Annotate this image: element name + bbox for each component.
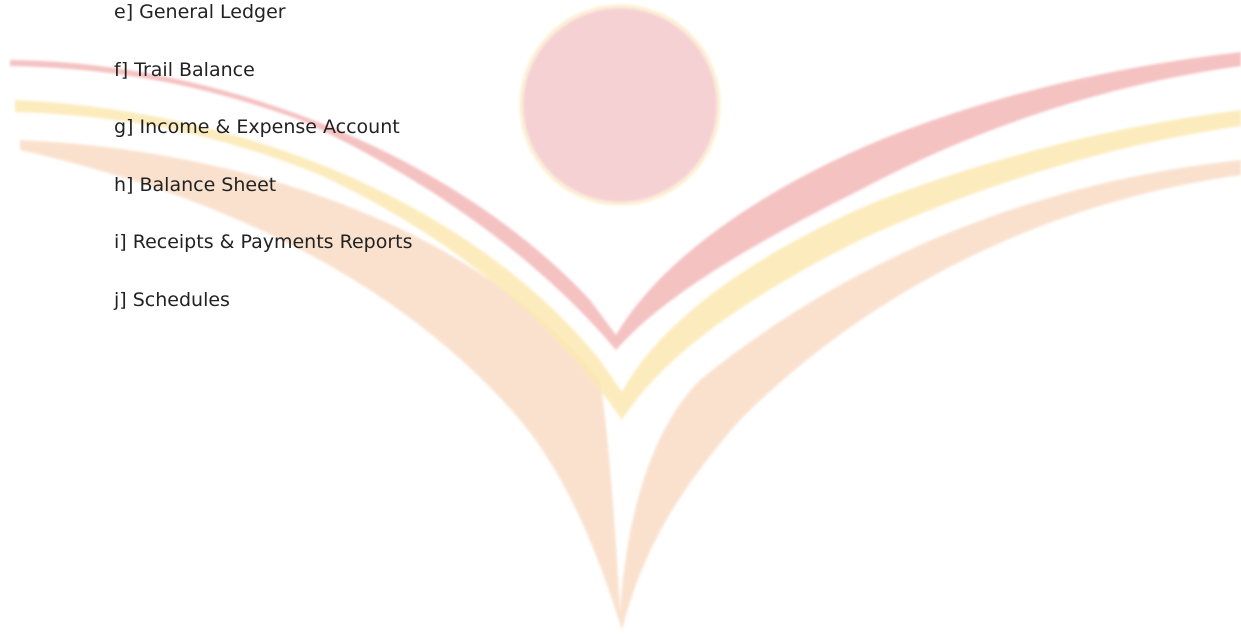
list-item-schedules: j] Schedules: [114, 288, 230, 311]
list-item-trail-balance: f] Trail Balance: [114, 58, 255, 81]
list-item-receipts-payments-reports: i] Receipts & Payments Reports: [114, 231, 413, 253]
page: e] General Ledger f] Trail Balance g] In…: [0, 0, 1241, 635]
list-item-income-expense-account: g] Income & Expense Account: [114, 116, 400, 138]
sun-circle-shape: [523, 8, 717, 202]
report-list: e] General Ledger f] Trail Balance g] In…: [114, 0, 413, 337]
list-item-general-ledger: e] General Ledger: [114, 1, 286, 23]
list-item-balance-sheet: h] Balance Sheet: [114, 173, 277, 196]
